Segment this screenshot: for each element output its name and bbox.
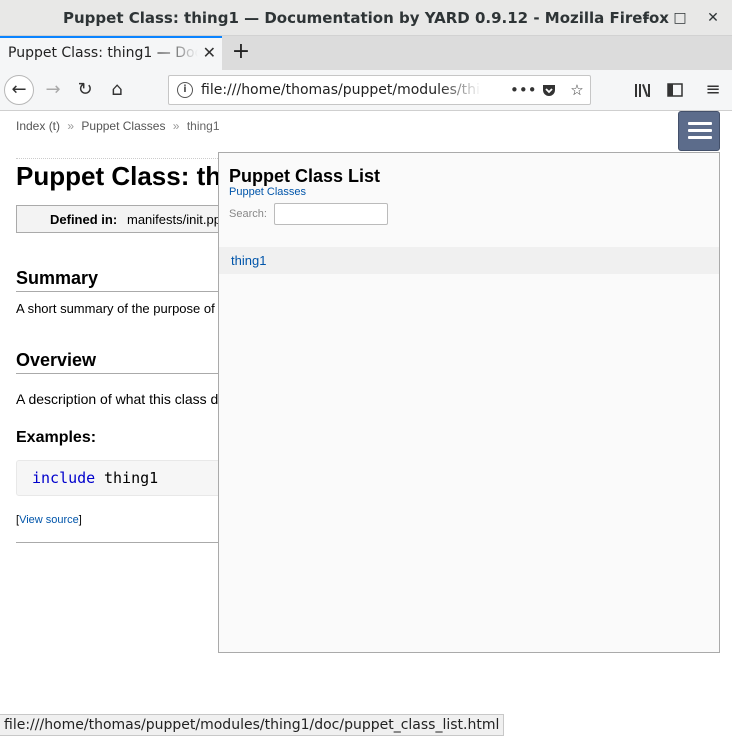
code-keyword: include [32,469,96,487]
class-list-subtitle-link[interactable]: Puppet Classes [229,186,306,198]
code-identifier: thing1 [104,469,159,487]
window-title: Puppet Class: thing1 — Documentation by … [63,9,669,27]
url-text[interactable]: file:///home/thomas/puppet/modules/thing… [201,82,481,98]
summary-heading: Summary [16,268,99,288]
minimize-button[interactable]: – [636,8,656,28]
pocket-icon[interactable] [538,79,560,101]
url-bar[interactable]: i file:///home/thomas/puppet/modules/thi… [168,75,591,105]
page-content: Index (t) » Puppet Classes » thing1 Pupp… [0,111,732,716]
bracket-close: ] [78,514,82,526]
search-label: Search: [229,208,267,220]
tab-active[interactable]: Puppet Class: thing1 — Documentation by … [0,36,222,70]
bookmark-star-icon[interactable]: ☆ [566,79,588,101]
status-bar: file:///home/thomas/puppet/modules/thing… [0,714,505,736]
info-icon[interactable]: i [177,82,193,98]
breadcrumb-section-link[interactable]: Puppet Classes [81,119,165,133]
home-icon: ⌂ [111,79,123,100]
class-list-frame: Puppet Class List Puppet Classes Search:… [218,152,720,653]
breadcrumb-current: thing1 [186,119,220,133]
sidebar-button[interactable] [660,75,690,105]
tab-title: Puppet Class: thing1 — Documentation by … [8,45,198,61]
reload-button[interactable]: ↻ [70,75,100,105]
back-button[interactable]: ← [4,75,34,105]
tab-strip: Puppet Class: thing1 — Documentation by … [0,36,732,70]
overview-text: A description of what this class does [16,391,241,407]
library-icon [635,84,650,97]
breadcrumb-separator: » [67,119,75,133]
back-arrow-icon: ← [11,79,27,100]
app-menu-button[interactable]: ≡ [698,75,728,105]
breadcrumb: Index (t) » Puppet Classes » thing1 [16,119,220,133]
hamburger-icon: ≡ [705,79,721,100]
navigation-toolbar: ← → ↻ ⌂ i file:///home/thomas/puppet/mod… [0,70,732,111]
class-link[interactable]: thing1 [231,253,266,268]
breadcrumb-index-link[interactable]: Index (t) [16,119,60,133]
page-actions-icon[interactable]: ••• [510,79,537,101]
defined-in-label: Defined in: [50,212,118,227]
class-list-toggle-button[interactable] [678,111,720,151]
hamburger-icon [688,122,712,125]
maximize-button[interactable]: □ [670,8,690,28]
forward-arrow-icon: → [45,79,61,100]
view-source-link[interactable]: View source [19,514,79,526]
divider [16,542,236,543]
overview-heading: Overview [16,350,97,370]
window-titlebar: Puppet Class: thing1 — Documentation by … [0,0,732,36]
home-button[interactable]: ⌂ [102,75,132,105]
hamburger-icon [688,129,712,132]
close-window-button[interactable]: ✕ [703,8,723,28]
hamburger-icon [688,136,712,139]
view-source: [View source] [16,514,82,526]
defined-in-value: manifests/init.pp [127,212,221,227]
reload-icon: ↻ [77,79,93,100]
new-tab-button[interactable]: + [228,38,254,66]
tab-close-icon[interactable]: ✕ [203,43,216,62]
library-button[interactable] [628,75,658,105]
search-input[interactable] [274,203,388,225]
forward-button[interactable]: → [38,75,68,105]
class-list-title: Puppet Class List [229,166,381,186]
divider [16,158,236,159]
breadcrumb-separator: » [172,119,180,133]
list-item[interactable]: thing1 [219,247,719,274]
examples-heading: Examples: [16,429,97,446]
sidebar-icon [667,83,683,97]
